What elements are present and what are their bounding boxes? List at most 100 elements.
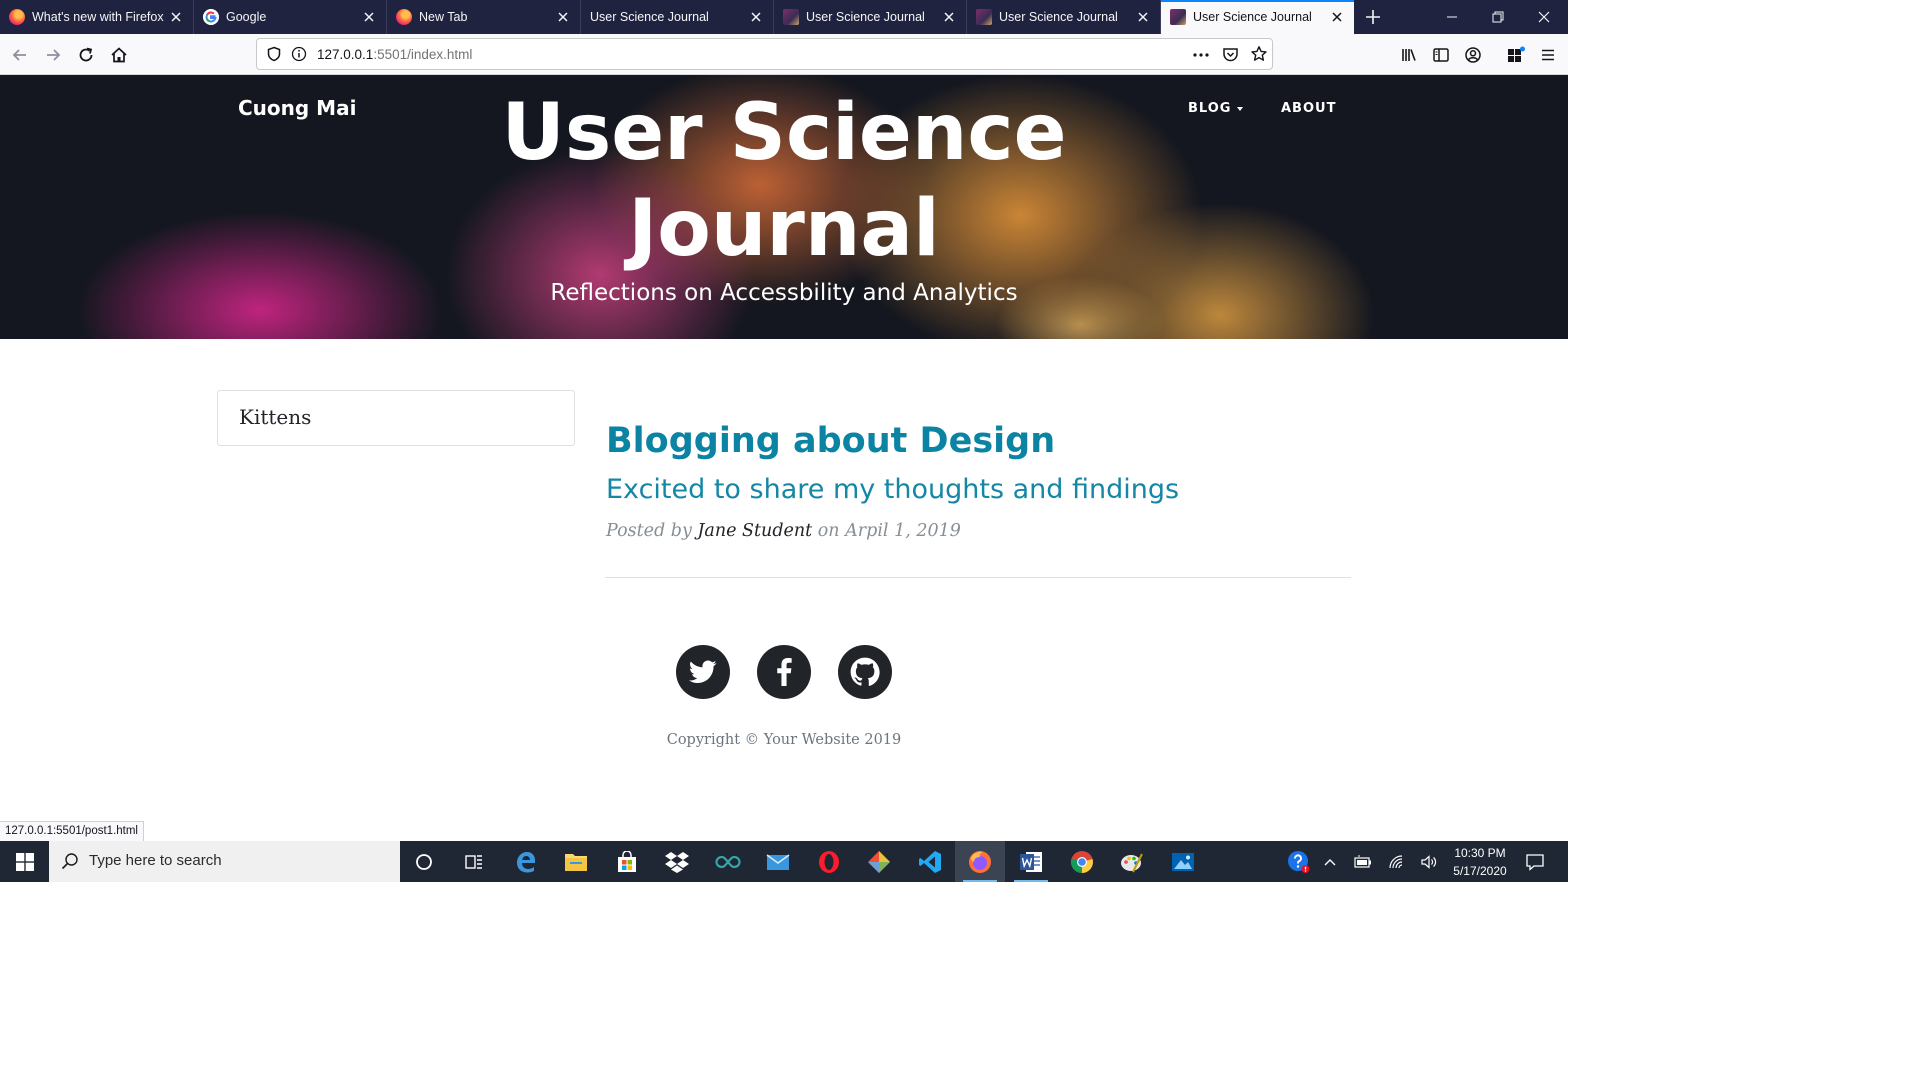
- pocket-icon[interactable]: [1222, 46, 1239, 63]
- arrow-right-icon: [47, 49, 61, 61]
- wifi-button[interactable]: [1384, 841, 1410, 882]
- paint-icon: [1121, 853, 1143, 872]
- tab-user-science-3[interactable]: User Science Journal: [967, 0, 1161, 34]
- twitter-link[interactable]: [676, 645, 730, 699]
- mail-icon: [766, 853, 790, 870]
- start-button[interactable]: [0, 841, 49, 882]
- site-icon: [976, 9, 992, 25]
- close-icon[interactable]: [555, 9, 571, 25]
- close-window-button[interactable]: [1521, 0, 1567, 34]
- site-icon: [783, 9, 799, 25]
- windows-icon: [15, 852, 34, 871]
- extensions-button[interactable]: [1501, 40, 1531, 70]
- action-center-button[interactable]: [1520, 841, 1550, 882]
- account-button[interactable]: [1458, 40, 1488, 70]
- facebook-link[interactable]: [757, 645, 811, 699]
- menu-button[interactable]: [1533, 40, 1563, 70]
- photos-app[interactable]: [1158, 841, 1208, 882]
- site-title-line2: Journal: [628, 184, 940, 274]
- post-subtitle[interactable]: Excited to share my thoughts and finding…: [606, 474, 1179, 505]
- sidebar-toggle-button[interactable]: [1426, 40, 1456, 70]
- new-tab-button[interactable]: [1350, 0, 1396, 34]
- show-hidden-icons-button[interactable]: [1318, 841, 1342, 882]
- minimize-icon: [1447, 16, 1457, 18]
- more-icon[interactable]: [1192, 47, 1210, 63]
- arduino-app[interactable]: [703, 841, 753, 882]
- plus-icon: [1366, 10, 1380, 24]
- address-bar[interactable]: 127.0.0.1:5501/index.html: [256, 38, 1273, 70]
- store-app[interactable]: [602, 841, 652, 882]
- vscode-app[interactable]: [905, 841, 955, 882]
- minimize-button[interactable]: [1429, 0, 1475, 34]
- github-link[interactable]: [838, 645, 892, 699]
- volume-icon: [1421, 854, 1437, 869]
- tab-user-science-active[interactable]: User Science Journal: [1161, 0, 1354, 34]
- back-button[interactable]: [5, 40, 35, 70]
- reload-button[interactable]: [71, 40, 101, 70]
- post-meta-date: on Arpil 1, 2019: [812, 521, 961, 541]
- notification-icon: [1526, 853, 1544, 871]
- close-icon[interactable]: [1329, 9, 1345, 25]
- tab-user-science-1[interactable]: User Science Journal: [581, 0, 774, 34]
- dropbox-app[interactable]: [652, 841, 702, 882]
- nav-about-link[interactable]: ABOUT: [1281, 101, 1336, 116]
- star-icon[interactable]: [1250, 45, 1268, 63]
- close-icon[interactable]: [941, 9, 957, 25]
- shield-icon[interactable]: [266, 46, 282, 62]
- vscode-icon: [919, 850, 941, 873]
- sidebar-card[interactable]: Kittens: [217, 390, 575, 446]
- brand-link[interactable]: Cuong Mai: [238, 96, 356, 120]
- battery-button[interactable]: [1350, 841, 1376, 882]
- forward-button[interactable]: [38, 40, 68, 70]
- opera-app[interactable]: [804, 841, 854, 882]
- tab-title: Google: [226, 10, 267, 24]
- tab-title: User Science Journal: [590, 10, 709, 24]
- close-icon[interactable]: [748, 9, 764, 25]
- post-title-link[interactable]: Blogging about Design: [606, 421, 1055, 461]
- tab-user-science-2[interactable]: User Science Journal: [774, 0, 967, 34]
- info-icon[interactable]: [291, 46, 307, 62]
- post-meta-prefix: Posted by: [606, 521, 698, 541]
- clock[interactable]: 10:30 PM 5/17/2020: [1446, 844, 1514, 880]
- mail-app[interactable]: [753, 841, 803, 882]
- nav-blog-label: BLOG: [1188, 101, 1232, 116]
- tab-title: What's new with Firefox: [32, 10, 164, 24]
- photos-icon: [1172, 852, 1194, 871]
- help-tray-button[interactable]: [1284, 841, 1314, 882]
- close-icon[interactable]: [168, 9, 184, 25]
- url-text[interactable]: 127.0.0.1:5501/index.html: [317, 47, 472, 62]
- sidebar-icon: [1433, 48, 1449, 62]
- task-view-button[interactable]: [449, 841, 499, 882]
- restore-button[interactable]: [1475, 0, 1521, 34]
- volume-button[interactable]: [1416, 841, 1442, 882]
- close-icon[interactable]: [361, 9, 377, 25]
- tab-whats-new[interactable]: What's new with Firefox: [0, 0, 194, 34]
- chrome-app[interactable]: [1057, 841, 1107, 882]
- help-icon: [1288, 850, 1310, 873]
- paint-app[interactable]: [1107, 841, 1157, 882]
- site-icon: [1170, 9, 1186, 25]
- library-button[interactable]: [1394, 40, 1424, 70]
- tab-new-tab[interactable]: New Tab: [387, 0, 581, 34]
- close-icon: [1538, 11, 1550, 23]
- file-explorer-app[interactable]: [551, 841, 601, 882]
- git-app[interactable]: [854, 841, 904, 882]
- site-subtitle: Reflections on Accessbility and Analytic…: [550, 280, 1018, 306]
- firefox-icon: [9, 9, 25, 25]
- arrow-left-icon: [12, 49, 26, 61]
- nav-blog-dropdown[interactable]: BLOG: [1188, 101, 1244, 116]
- cortana-button[interactable]: [399, 841, 449, 882]
- search-icon: [61, 853, 78, 870]
- word-app[interactable]: [1006, 841, 1056, 882]
- tab-strip: What's new with Firefox Google New Tab U…: [0, 0, 1568, 34]
- arduino-icon: [715, 855, 741, 868]
- cortana-icon: [416, 853, 432, 870]
- edge-app[interactable]: [501, 841, 551, 882]
- firefox-app[interactable]: [955, 841, 1005, 882]
- post-author-link[interactable]: Jane Student: [697, 521, 812, 541]
- clock-date: 5/17/2020: [1453, 864, 1507, 878]
- taskbar-search[interactable]: Type here to search: [49, 841, 400, 882]
- close-icon[interactable]: [1135, 9, 1151, 25]
- home-button[interactable]: [104, 40, 134, 70]
- tab-google[interactable]: Google: [194, 0, 387, 34]
